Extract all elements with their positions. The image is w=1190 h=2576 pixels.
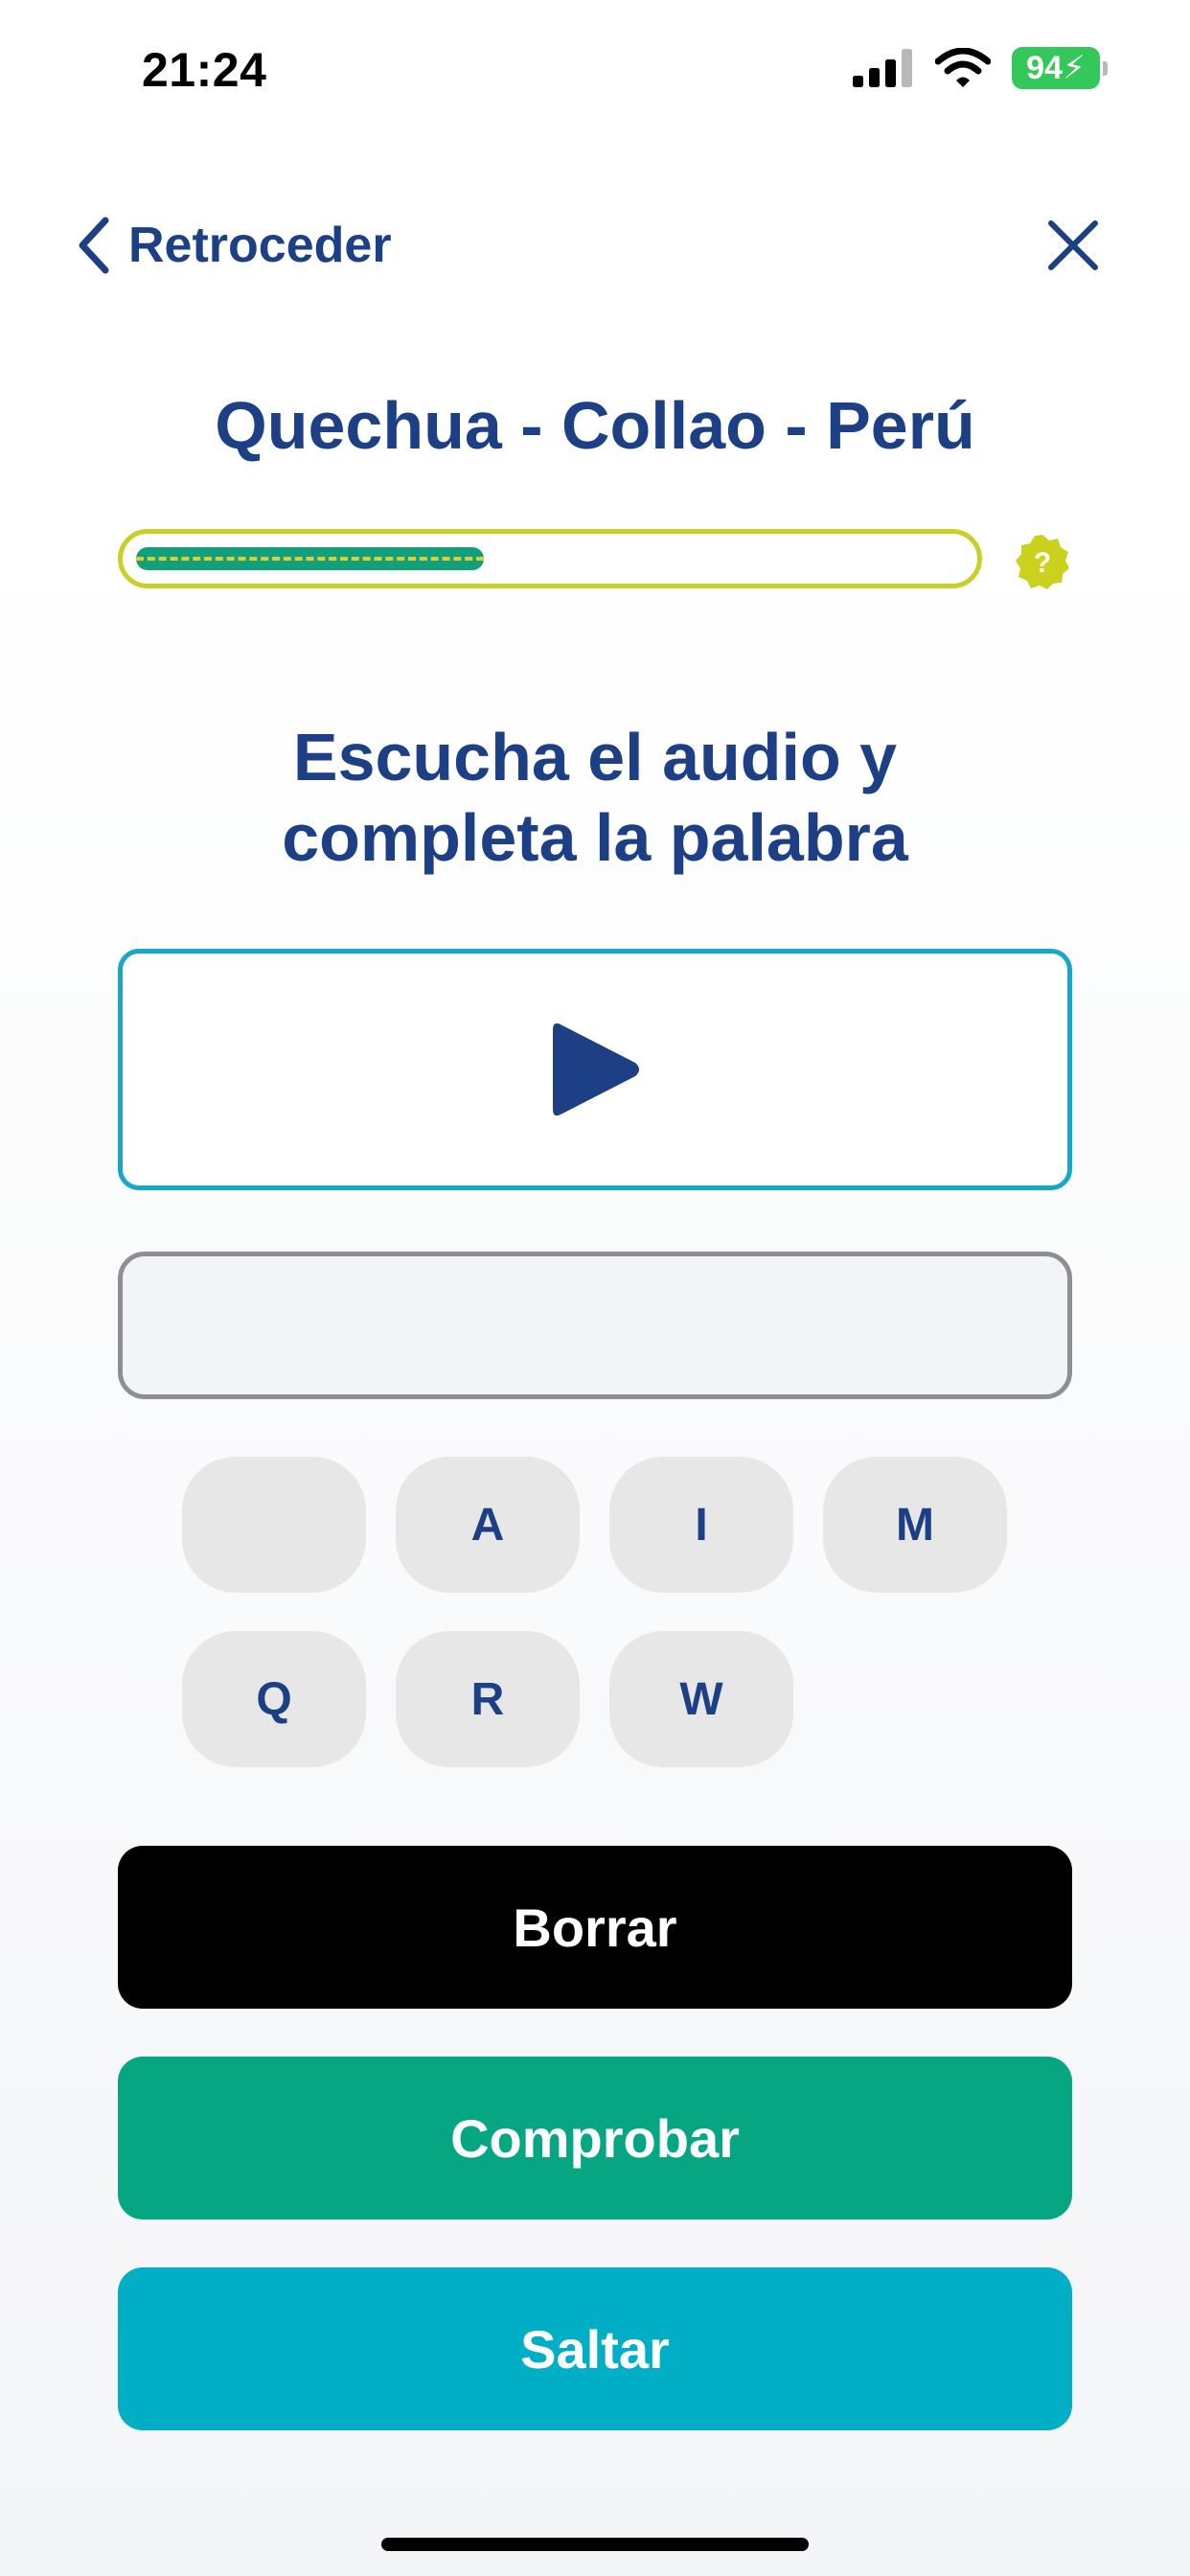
audio-play-button[interactable]: [118, 949, 1072, 1190]
instruction-line-2: completa la palabra: [282, 800, 908, 875]
battery-level: 94: [1026, 49, 1063, 86]
home-indicator: [381, 2538, 809, 2551]
close-icon: [1048, 220, 1098, 270]
check-button[interactable]: Comprobar: [118, 2057, 1072, 2220]
wifi-icon: [935, 48, 991, 87]
progress-fill: [136, 547, 484, 570]
question-badge-icon[interactable]: ?: [1014, 533, 1071, 590]
letter-tile-m[interactable]: M: [823, 1457, 1007, 1593]
back-label: Retroceder: [128, 218, 392, 273]
exercise-instruction: Escucha el audio y completa la palabra: [0, 717, 1190, 878]
charging-bolt: ⚡: [1062, 50, 1086, 86]
status-time: 21:24: [142, 43, 267, 97]
letter-tile-r[interactable]: R: [396, 1631, 580, 1767]
letter-tile-i[interactable]: I: [609, 1457, 793, 1593]
back-button[interactable]: Retroceder: [77, 207, 392, 284]
letter-tile-w[interactable]: W: [609, 1631, 793, 1767]
instruction-line-1: Escucha el audio y: [292, 720, 898, 794]
chevron-left-icon: [79, 217, 109, 274]
play-icon: [553, 1023, 639, 1116]
signal-icon: [853, 49, 912, 87]
lesson-title: Quechua - Collao - Perú: [215, 388, 975, 463]
clear-button[interactable]: Borrar: [118, 1846, 1072, 2009]
letter-tile-a[interactable]: A: [396, 1457, 580, 1593]
close-button[interactable]: [1035, 207, 1111, 284]
letter-tile-blank[interactable]: [182, 1457, 366, 1593]
battery-charging-icon: 94 ⚡: [1012, 47, 1108, 89]
answer-field[interactable]: [118, 1252, 1072, 1399]
skip-button[interactable]: Saltar: [118, 2267, 1072, 2430]
svg-text:?: ?: [1034, 547, 1051, 579]
letter-tile-q[interactable]: Q: [182, 1631, 366, 1767]
status-icons: 94 ⚡: [853, 46, 1108, 90]
lesson-progress-bar: [118, 529, 982, 588]
